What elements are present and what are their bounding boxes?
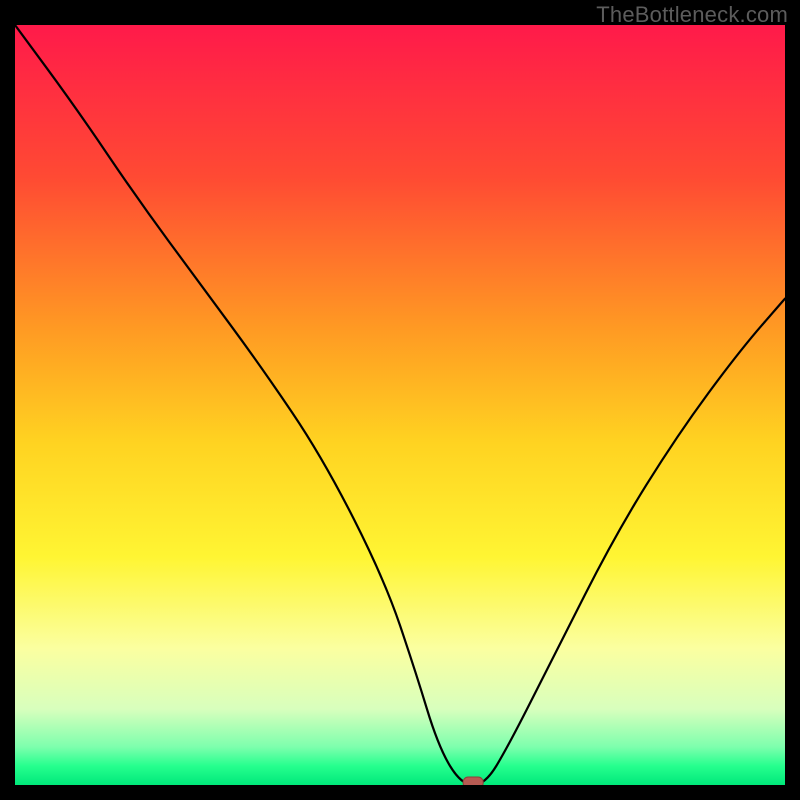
optimal-point-marker (463, 777, 483, 785)
chart-frame: TheBottleneck.com (0, 0, 800, 800)
bottleneck-plot (15, 25, 785, 785)
plot-background (15, 25, 785, 785)
